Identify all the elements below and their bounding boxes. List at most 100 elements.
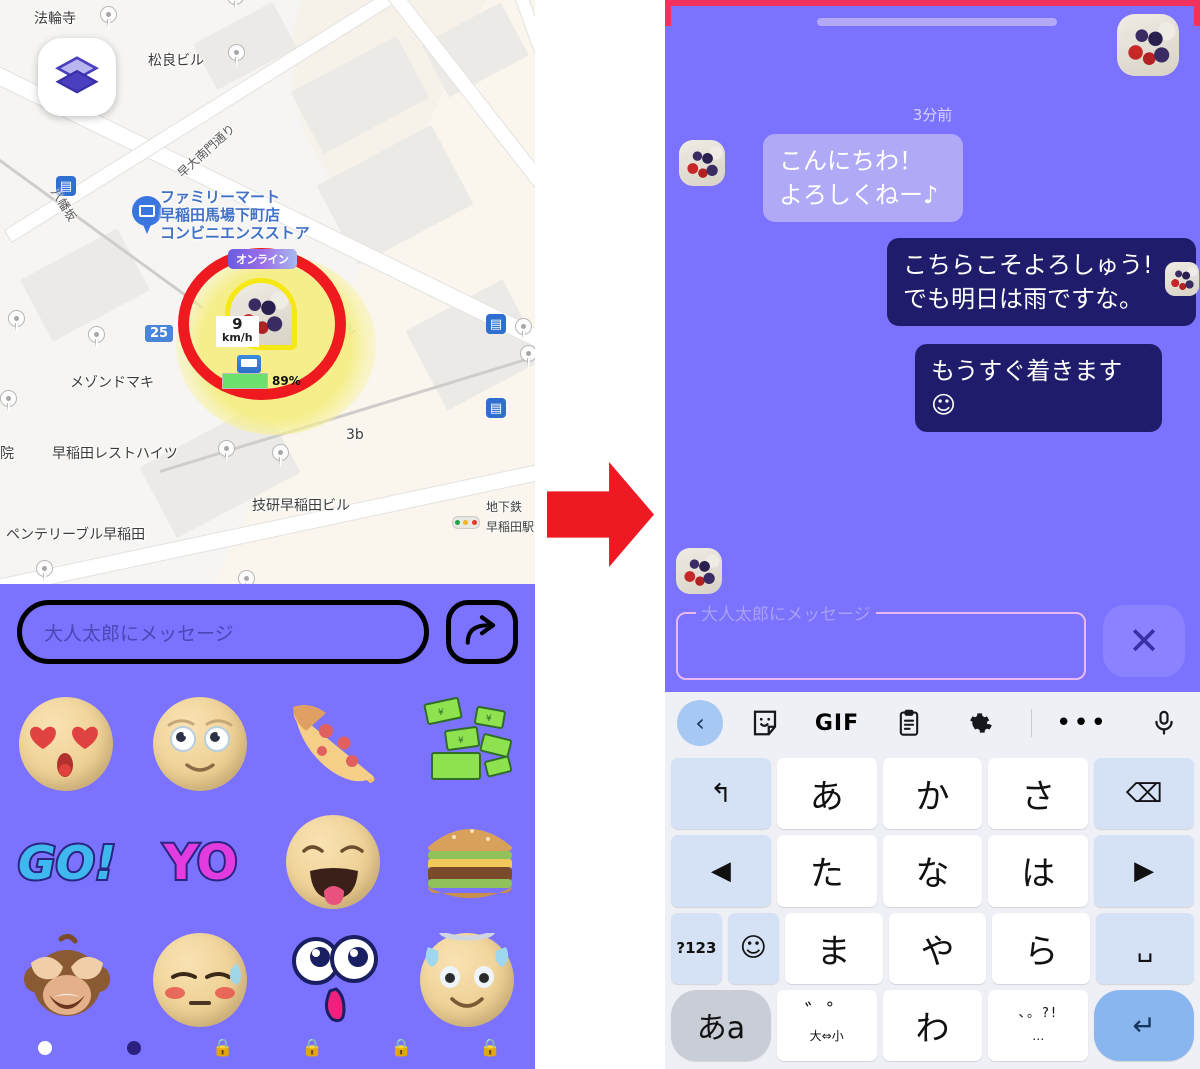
close-icon: ✕ [1128, 619, 1160, 663]
page-dot-2[interactable] [89, 1037, 178, 1059]
composer-avatar[interactable] [676, 548, 722, 594]
key-ra[interactable]: ら [992, 912, 1091, 984]
svg-text:¥: ¥ [438, 708, 444, 718]
key-cursor-right[interactable]: ▶ [1094, 835, 1194, 907]
pleading-face-sticker[interactable] [152, 697, 249, 793]
bus-stop-icon[interactable]: ▤ [486, 314, 506, 334]
map-pin[interactable] [218, 440, 235, 464]
key-backspace[interactable]: ⌫ [1094, 758, 1194, 830]
phone-icon [237, 355, 261, 373]
battery-bar [222, 373, 268, 389]
message-avatar-small[interactable] [1165, 262, 1199, 296]
right-arrow-icon [547, 462, 654, 567]
key-space[interactable]: ␣ [1096, 912, 1194, 984]
go-text-sticker[interactable]: GO! [16, 815, 118, 911]
sticker-cell[interactable]: YO [134, 804, 268, 922]
key-emoji[interactable]: ☺ [727, 912, 779, 984]
page-dot-locked-6[interactable]: 🔒 [446, 1037, 535, 1059]
page-dot-locked-5[interactable]: 🔒 [357, 1037, 446, 1059]
googly-eyes-sticker[interactable] [286, 933, 382, 1029]
header-avatar[interactable] [1117, 14, 1179, 76]
key-sa[interactable]: さ [988, 758, 1089, 830]
microphone-icon[interactable] [1136, 700, 1192, 746]
send-button[interactable] [446, 600, 518, 664]
key-dakuten[interactable]: ゛゜ 大⇔小 [776, 989, 877, 1061]
settings-gear-icon[interactable] [953, 700, 1009, 746]
sticker-cell[interactable]: ¥ ¥ ¥ [401, 686, 535, 804]
map-label: 技研早稲田ビル [252, 498, 350, 514]
sticker-cell[interactable] [401, 922, 535, 1040]
sticker-cell[interactable] [0, 922, 134, 1040]
key-symbols[interactable]: ?123 [671, 912, 722, 984]
angel-face-sticker[interactable] [420, 933, 516, 1029]
sticker-cell[interactable] [268, 922, 402, 1040]
sticker-cell[interactable] [401, 804, 535, 922]
keyboard-key-rows: ↰ あ か さ ⌫ ◀ た な は ▶ ?123 ☺ ま や ら ␣ あa ゛゜… [665, 754, 1200, 1069]
key-cursor-left[interactable]: ◀ [671, 835, 771, 907]
clipboard-icon[interactable] [881, 700, 937, 746]
sticker-cell[interactable] [134, 686, 268, 804]
map-pin[interactable] [0, 390, 17, 414]
soft-keyboard[interactable]: ‹ GIF ••• ↰ あ か さ ⌫ ◀ た な は ▶ ?123 ☺ ま や… [665, 692, 1200, 1069]
money-flying-sticker[interactable]: ¥ ¥ ¥ [420, 697, 516, 793]
back-button[interactable]: ‹ [677, 700, 723, 746]
highway-shield: 25 [145, 325, 174, 342]
key-ma[interactable]: ま [784, 912, 883, 984]
map-pin[interactable] [227, 0, 244, 12]
tongue-out-sticker[interactable] [286, 815, 382, 911]
sticker-cell[interactable] [134, 922, 268, 1040]
key-enter[interactable]: ↵ [1094, 989, 1194, 1061]
more-options-icon[interactable]: ••• [1054, 700, 1110, 746]
key-undo[interactable]: ↰ [671, 758, 771, 830]
close-button[interactable]: ✕ [1103, 605, 1185, 677]
key-punctuation[interactable]: 、。?! … [988, 989, 1089, 1061]
sticker-picker[interactable]: ¥ ¥ ¥ GO! YO 🔒 🔒 🔒 🔒 [0, 680, 535, 1069]
see-no-evil-monkey-sticker[interactable] [19, 933, 115, 1029]
message-input[interactable]: 大人太郎にメッセージ [17, 600, 429, 664]
page-dot-locked-4[interactable]: 🔒 [268, 1037, 357, 1059]
sticker-cell[interactable] [0, 686, 134, 804]
map-layers-button[interactable] [38, 38, 116, 116]
chat-bubble-outgoing[interactable]: こちらこそよろしゅう! でも明日は雨ですな。 [887, 238, 1196, 326]
convenience-store-pin[interactable] [132, 196, 162, 236]
sticker-cell[interactable]: GO! [0, 804, 134, 922]
key-dakuten-sub: 大⇔小 [809, 1029, 844, 1044]
map-pin[interactable] [8, 310, 25, 334]
page-dot-locked-3[interactable]: 🔒 [178, 1037, 267, 1059]
map-pin[interactable] [272, 444, 289, 468]
key-input-mode[interactable]: あa [671, 989, 771, 1061]
key-na[interactable]: な [882, 835, 983, 907]
map-pin[interactable] [36, 560, 53, 584]
key-a[interactable]: あ [776, 758, 877, 830]
gif-button[interactable]: GIF [809, 700, 865, 746]
key-ha[interactable]: は [988, 835, 1089, 907]
map-pin[interactable] [88, 326, 105, 350]
go-sticker-label: GO! [16, 834, 118, 892]
sticker-cell[interactable] [268, 686, 402, 804]
page-dot-1[interactable] [0, 1037, 89, 1059]
map-label: 3b [346, 427, 364, 443]
sweat-blush-face-sticker[interactable] [152, 933, 249, 1029]
key-ya[interactable]: や [888, 912, 987, 984]
key-ta[interactable]: た [776, 835, 877, 907]
key-ka[interactable]: か [882, 758, 983, 830]
message-avatar[interactable] [679, 140, 725, 186]
heart-eyes-sticker[interactable] [18, 697, 115, 793]
map-pin[interactable] [228, 44, 245, 68]
chat-bubble-outgoing[interactable]: もうすぐ着きます☺ [915, 344, 1162, 432]
map-label: メゾンドマキ [70, 375, 154, 391]
bus-stop-icon[interactable]: ▤ [486, 398, 506, 418]
hamburger-sticker[interactable] [420, 815, 516, 911]
map-pin[interactable] [520, 345, 535, 369]
pizza-slice-sticker[interactable] [286, 697, 382, 793]
sticker-cell[interactable] [268, 804, 402, 922]
map-view[interactable]: ▤ ▤ ▤ 25 法輪寺 松良ビル 早大南門通り 八幡坂 ファミリーマート 早稲… [0, 0, 535, 590]
map-label: 法輪寺 [34, 11, 76, 27]
sticker-icon[interactable] [737, 700, 793, 746]
yo-text-sticker[interactable]: YO [153, 815, 249, 911]
chat-bubble-incoming[interactable]: こんにちわ！ よろしくねー♪ [763, 134, 963, 222]
map-pin[interactable] [515, 318, 532, 342]
map-pin[interactable] [100, 6, 117, 30]
key-wa[interactable]: わ [882, 989, 983, 1061]
key-punct-main: 、。?! [1018, 1006, 1059, 1022]
